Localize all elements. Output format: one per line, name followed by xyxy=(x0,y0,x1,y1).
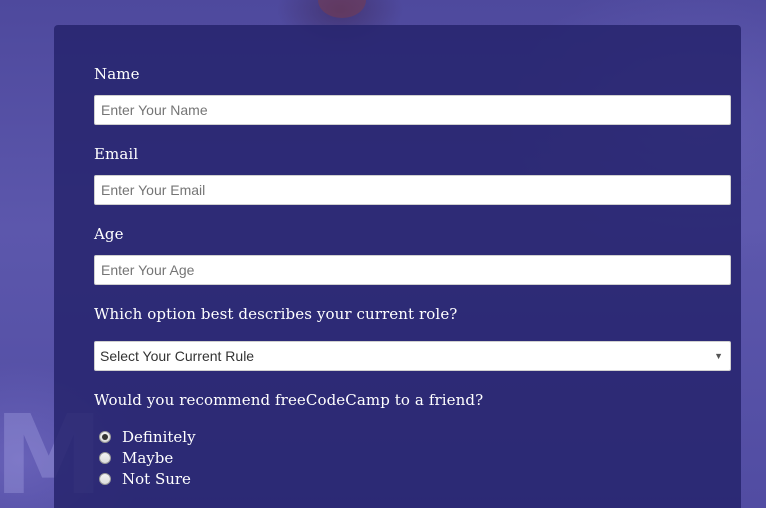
recommend-label: Would you recommend freeCodeCamp to a fr… xyxy=(94,391,484,409)
email-label: Email xyxy=(94,145,139,163)
radio-button-not-sure[interactable] xyxy=(99,473,111,485)
role-select-value: Select Your Current Rule xyxy=(100,348,255,364)
radio-label-definitely: Definitely xyxy=(122,428,196,446)
radio-label-not-sure: Not Sure xyxy=(122,470,191,488)
radio-label-maybe: Maybe xyxy=(122,449,174,467)
age-label: Age xyxy=(94,225,124,243)
radio-option-definitely[interactable]: Definitely xyxy=(99,427,196,447)
name-label: Name xyxy=(94,65,140,83)
name-input[interactable] xyxy=(94,95,731,125)
email-input[interactable] xyxy=(94,175,731,205)
role-label: Which option best describes your current… xyxy=(94,305,458,323)
radio-option-not-sure[interactable]: Not Sure xyxy=(99,469,191,489)
radio-button-maybe[interactable] xyxy=(99,452,111,464)
chevron-down-icon: ▼ xyxy=(714,351,723,361)
radio-button-definitely[interactable] xyxy=(99,431,111,443)
role-select[interactable]: Select Your Current Rule ▼ xyxy=(94,341,731,371)
age-input[interactable] xyxy=(94,255,731,285)
radio-option-maybe[interactable]: Maybe xyxy=(99,448,173,468)
